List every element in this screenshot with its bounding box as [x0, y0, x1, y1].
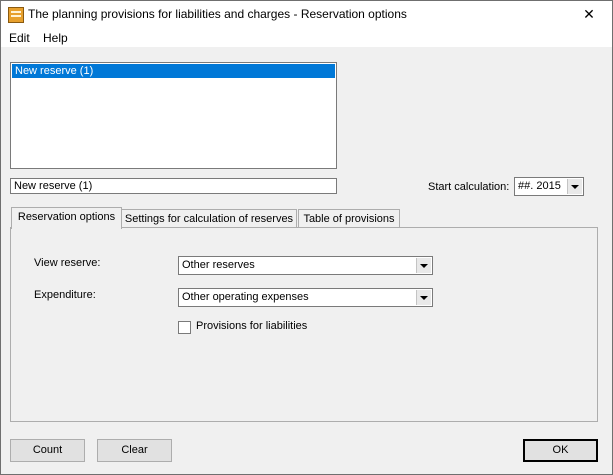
chevron-down-icon[interactable] [567, 179, 582, 194]
menu-bar: Edit Help [1, 29, 612, 47]
list-item[interactable]: New reserve (1) [12, 64, 335, 78]
view-reserve-value: Other reserves [182, 259, 255, 271]
view-reserve-select[interactable]: Other reserves [178, 256, 433, 275]
ok-button-label: OK [552, 444, 569, 456]
main-window: The planning provisions for liabilities … [0, 0, 613, 475]
start-calculation-value: ##. 2015 [518, 180, 561, 192]
reserve-name-input[interactable] [10, 178, 337, 194]
chevron-down-icon[interactable] [416, 290, 431, 305]
title-bar: The planning provisions for liabilities … [1, 1, 612, 29]
tab-settings-calculation[interactable]: Settings for calculation of reserves [121, 209, 297, 228]
tab-label: Reservation options [17, 211, 116, 223]
expenditure-label: Expenditure: [34, 289, 96, 301]
count-button-label: Count [32, 444, 63, 456]
clear-button[interactable]: Clear [97, 439, 172, 462]
count-button[interactable]: Count [10, 439, 85, 462]
ok-button[interactable]: OK [523, 439, 598, 462]
start-calculation-select[interactable]: ##. 2015 [514, 177, 584, 196]
close-icon[interactable]: ✕ [571, 3, 607, 25]
expenditure-select[interactable]: Other operating expenses [178, 288, 433, 307]
expenditure-value: Other operating expenses [182, 291, 309, 303]
chevron-down-icon[interactable] [416, 258, 431, 273]
clear-button-label: Clear [121, 444, 148, 456]
menu-edit[interactable]: Edit [9, 29, 30, 47]
reserves-listbox[interactable]: New reserve (1) [10, 62, 337, 169]
provisions-checkbox[interactable] [178, 321, 191, 334]
start-calculation-label: Start calculation: [428, 181, 510, 193]
tab-reservation-options[interactable]: Reservation options [11, 207, 122, 229]
view-reserve-label: View reserve: [34, 257, 101, 269]
tab-label: Settings for calculation of reserves [124, 213, 294, 225]
calculator-icon [8, 7, 24, 23]
provisions-checkbox-label: Provisions for liabilities [196, 320, 308, 332]
window-title: The planning provisions for liabilities … [28, 7, 407, 21]
tab-label: Table of provisions [303, 213, 395, 225]
menu-help[interactable]: Help [43, 29, 68, 47]
tab-table-of-provisions[interactable]: Table of provisions [298, 209, 400, 228]
